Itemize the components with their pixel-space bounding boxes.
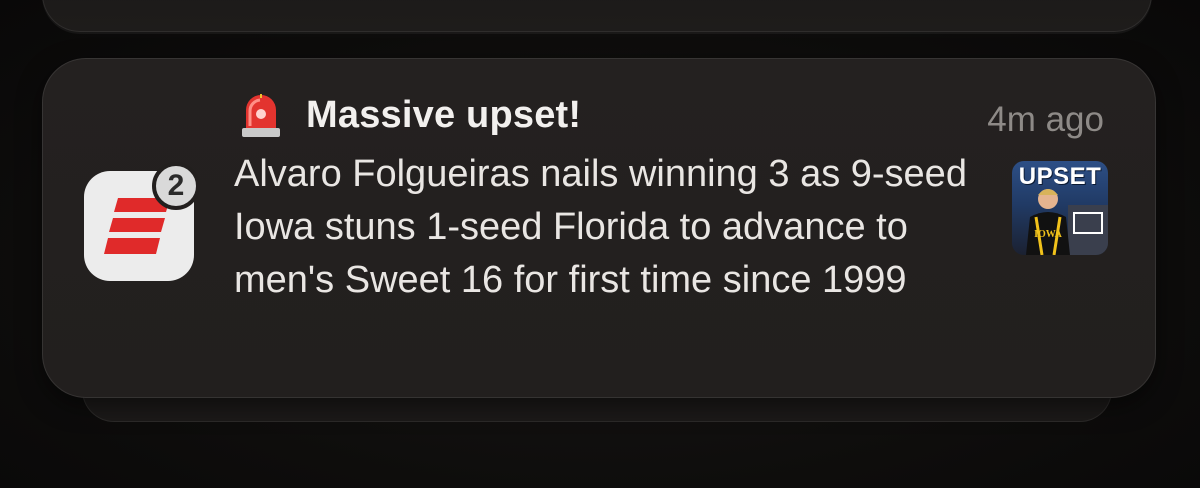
notification-card[interactable]: 2 Massive upset! 4m ago Alvaro Folgueira… (42, 58, 1156, 398)
previous-notification-card[interactable] (42, 0, 1152, 32)
notification-timestamp: 4m ago (987, 100, 1104, 139)
badge-count: 2 (152, 162, 200, 210)
notification-thumbnail: IOWA UPSET (1012, 161, 1108, 255)
jersey-text: IOWA (1034, 229, 1063, 240)
notification-title: Massive upset! (306, 93, 582, 136)
notification-body: Alvaro Folgueiras nails winning 3 as 9-s… (234, 153, 967, 301)
siren-icon (242, 94, 280, 137)
lock-screen: 2 Massive upset! 4m ago Alvaro Folgueira… (0, 0, 1200, 488)
thumbnail-label: UPSET (1018, 163, 1102, 190)
notification-header: Massive upset! (240, 92, 581, 138)
